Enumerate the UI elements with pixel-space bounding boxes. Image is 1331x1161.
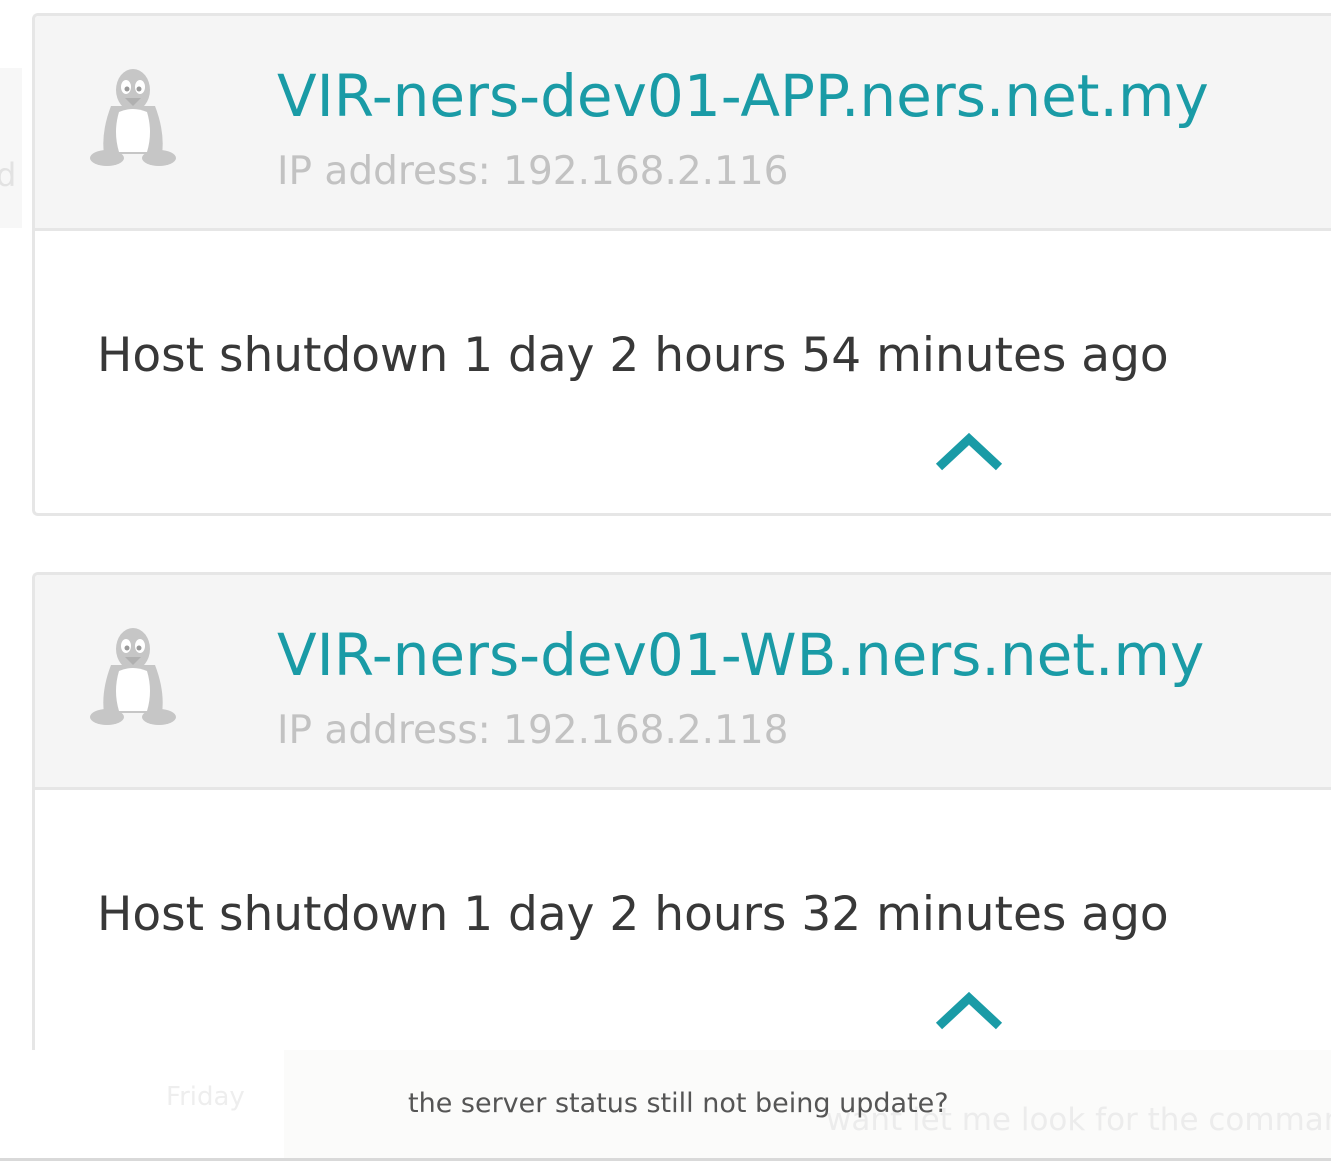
host-name[interactable]: VIR-ners-dev01-APP.ners.net.my: [277, 60, 1209, 132]
host-status-text: Host shutdown 1 day 2 hours 32 minutes a…: [97, 887, 1169, 942]
host-card: VIR-ners-dev01-APP.ners.net.my IP addres…: [32, 13, 1331, 516]
chat-message-strip: Friday want let me look for the command …: [0, 1050, 1331, 1161]
background-panel: d: [0, 68, 22, 228]
chevron-up-icon[interactable]: [933, 429, 1005, 475]
chat-day-label: Friday: [166, 1082, 245, 1112]
screenshot-page: d VIR-ners-dev01-APP.ners.net.my IP addr…: [0, 0, 1331, 1161]
host-ip-address: IP address: 192.168.2.116: [277, 149, 789, 194]
host-card-body: Host shutdown 1 day 2 hours 54 minutes a…: [35, 231, 1331, 511]
host-card-header[interactable]: VIR-ners-dev01-APP.ners.net.my IP addres…: [35, 16, 1331, 231]
chat-message-text: the server status still not being update…: [408, 1088, 949, 1119]
host-card: VIR-ners-dev01-WB.ners.net.my IP address…: [32, 572, 1331, 1092]
chevron-up-icon[interactable]: [933, 988, 1005, 1034]
host-ip-address: IP address: 192.168.2.118: [277, 708, 789, 753]
host-card-body: Host shutdown 1 day 2 hours 32 minutes a…: [35, 790, 1331, 1070]
linux-penguin-icon: [90, 69, 176, 166]
host-status-text: Host shutdown 1 day 2 hours 54 minutes a…: [97, 328, 1169, 383]
linux-penguin-icon: [90, 628, 176, 725]
background-panel-text: d: [0, 156, 17, 194]
host-card-header[interactable]: VIR-ners-dev01-WB.ners.net.my IP address…: [35, 575, 1331, 790]
host-name[interactable]: VIR-ners-dev01-WB.ners.net.my: [277, 619, 1204, 691]
